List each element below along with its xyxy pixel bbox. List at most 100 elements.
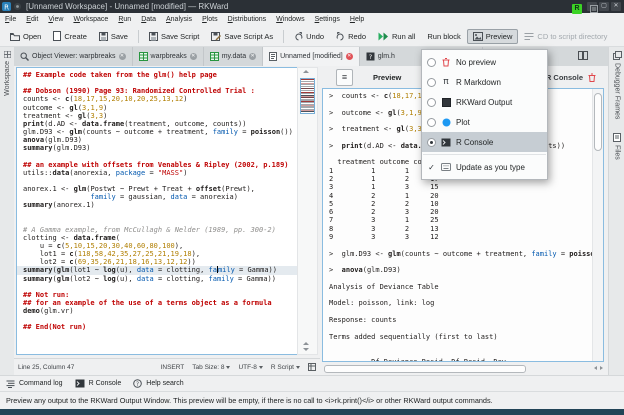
- help-search-toolview-button[interactable]: ?Help search: [133, 379, 183, 388]
- code-line: Model: poisson, link: log: [329, 299, 604, 307]
- console-vscrollbar[interactable]: [592, 89, 603, 361]
- tab-unnamed-modified[interactable]: Unnamed [modified]✕: [263, 47, 360, 66]
- scroll-right-icon[interactable]: [600, 366, 603, 370]
- code-line: [329, 324, 604, 332]
- scroll-down-icon[interactable]: [303, 348, 309, 351]
- button-label: Run all: [392, 32, 415, 41]
- sidebar-tab-debugger-frames[interactable]: Debugger Frames: [609, 47, 624, 119]
- maximize-button[interactable]: ▢: [599, 2, 609, 11]
- preview-options-button[interactable]: ≡: [336, 69, 353, 86]
- menu-item-rkward-output[interactable]: RKWard Output: [422, 92, 547, 112]
- delete-preview-icon[interactable]: [588, 73, 596, 82]
- editor-scrollbar[interactable]: [297, 67, 318, 355]
- menu-settings[interactable]: Settings: [310, 16, 345, 23]
- button-label: Undo: [306, 32, 324, 41]
- menu-workspace[interactable]: Workspace: [68, 16, 113, 23]
- files-icon: [613, 133, 621, 142]
- menu-distributions[interactable]: Distributions: [223, 16, 272, 23]
- insert-mode[interactable]: INSERT: [161, 364, 185, 371]
- code-line: ## Example code taken from the glm() hel…: [23, 71, 297, 79]
- tab-close-icon[interactable]: ✕: [249, 53, 256, 60]
- scroll-left-icon[interactable]: [594, 366, 597, 370]
- redo-button[interactable]: Redo: [330, 29, 372, 44]
- code-line: [329, 308, 604, 316]
- statusbar-menu-icon[interactable]: [590, 5, 598, 13]
- editor-settings-icon[interactable]: [308, 363, 316, 371]
- tab-close-icon[interactable]: ✕: [119, 53, 126, 60]
- scroll-handle[interactable]: [594, 93, 602, 151]
- code-line: [23, 218, 297, 226]
- menu-edit[interactable]: Edit: [21, 16, 43, 23]
- cursor-position: Line 25, Column 47: [18, 364, 74, 371]
- menu-item-plot[interactable]: Plot: [422, 112, 547, 132]
- sidebar-tab-files[interactable]: Files: [609, 129, 624, 160]
- menu-plots[interactable]: Plots: [197, 16, 223, 23]
- update-icon: [441, 163, 451, 171]
- command-log-toolview-button[interactable]: Command log: [6, 380, 63, 388]
- save-button[interactable]: Save: [93, 29, 134, 44]
- window-title: [Unnamed Workspace] - Unnamed [modified]…: [26, 2, 228, 11]
- sidebar-tab-workspace[interactable]: Workspace: [0, 47, 14, 96]
- menu-item-r-markdown[interactable]: πR Markdown: [422, 72, 547, 92]
- code-line: [329, 291, 604, 299]
- workspace-tab-label: Workspace: [4, 61, 11, 96]
- menu-view[interactable]: View: [43, 16, 68, 23]
- code-line: summary(anorex.1): [23, 201, 297, 209]
- svg-text:?: ?: [369, 53, 372, 61]
- status-message-bar: Preview any output to the RKWard Output …: [0, 391, 624, 409]
- tab-size-select[interactable]: Tab Size: 8: [192, 364, 230, 371]
- save-script-as-button[interactable]: Save Script As: [205, 29, 279, 44]
- button-label: Save Script: [161, 32, 199, 41]
- button-label: Redo: [348, 32, 366, 41]
- code-line: summary(glm(lot2 ~ log(u), data = clotti…: [23, 275, 297, 283]
- code-line: ## End(Not run): [23, 323, 297, 331]
- open-button[interactable]: Open: [4, 29, 47, 44]
- run-all-button[interactable]: Run all: [372, 29, 421, 44]
- run-block-button[interactable]: Run block: [421, 29, 466, 44]
- code-line: [329, 349, 604, 357]
- close-button[interactable]: ✕: [611, 2, 621, 11]
- menu-analysis[interactable]: Analysis: [161, 16, 197, 23]
- menu-item-no-preview[interactable]: No preview: [422, 52, 547, 72]
- undo-button[interactable]: Undo: [288, 29, 330, 44]
- editor-statusbar: Line 25, Column 47 INSERT Tab Size: 8 UT…: [14, 358, 320, 375]
- code-line: counts <- c(18,17,15,20,10,20,25,13,12): [23, 95, 297, 103]
- button-label: Help search: [146, 380, 183, 387]
- code-line: outcome <- gl(3,1,9): [23, 104, 297, 112]
- tab-my-data[interactable]: my.data✕: [204, 47, 263, 66]
- menu-run[interactable]: Run: [113, 16, 136, 23]
- filetype-select[interactable]: R Script: [271, 364, 300, 371]
- code-line: [23, 315, 297, 323]
- tab-close-icon[interactable]: ✕: [190, 53, 197, 60]
- create-button[interactable]: Create: [47, 28, 93, 44]
- checkmark-icon: ✓: [427, 163, 436, 172]
- menu-file[interactable]: File: [0, 16, 21, 23]
- tab-close-icon[interactable]: ✕: [346, 53, 353, 60]
- menu-windows[interactable]: Windows: [271, 16, 309, 23]
- code-line: Analysis of Deviance Table: [329, 283, 604, 291]
- menu-item-r-console[interactable]: R Console: [422, 132, 547, 152]
- save-script-button[interactable]: Save Script: [143, 29, 205, 44]
- console-hscrollbar[interactable]: [322, 364, 604, 373]
- menu-data[interactable]: Data: [136, 16, 161, 23]
- scroll-up-icon[interactable]: [303, 70, 309, 73]
- code-line: [329, 341, 604, 349]
- preview-button[interactable]: Preview: [467, 29, 519, 44]
- dark-square-icon: [441, 98, 451, 107]
- scroll-handle[interactable]: [324, 365, 526, 373]
- script-editor[interactable]: ## Example code taken from the glm() hel…: [16, 67, 298, 355]
- tab-overview-icon[interactable]: [578, 51, 588, 60]
- radio-icon: [427, 58, 436, 67]
- r-console-toolview-button[interactable]: R Console: [75, 379, 122, 388]
- tab-object-viewer-warpbreaks[interactable]: Object Viewer: warpbreaks✕: [14, 47, 133, 66]
- tab-warpbreaks[interactable]: warpbreaks✕: [133, 47, 204, 66]
- tab-label: Unnamed [modified]: [280, 53, 343, 60]
- scroll-up2-icon[interactable]: [303, 342, 309, 345]
- editor-minimap[interactable]: [300, 78, 315, 114]
- menu-help[interactable]: Help: [345, 16, 369, 23]
- encoding-select[interactable]: UTF-8: [238, 364, 262, 371]
- menu-item-update-as-you-type[interactable]: ✓Update as you type: [422, 157, 547, 177]
- button-label: Save Script As: [224, 32, 273, 41]
- r-engine-status-badge: R: [572, 4, 582, 14]
- blue-dot-icon: [441, 118, 451, 127]
